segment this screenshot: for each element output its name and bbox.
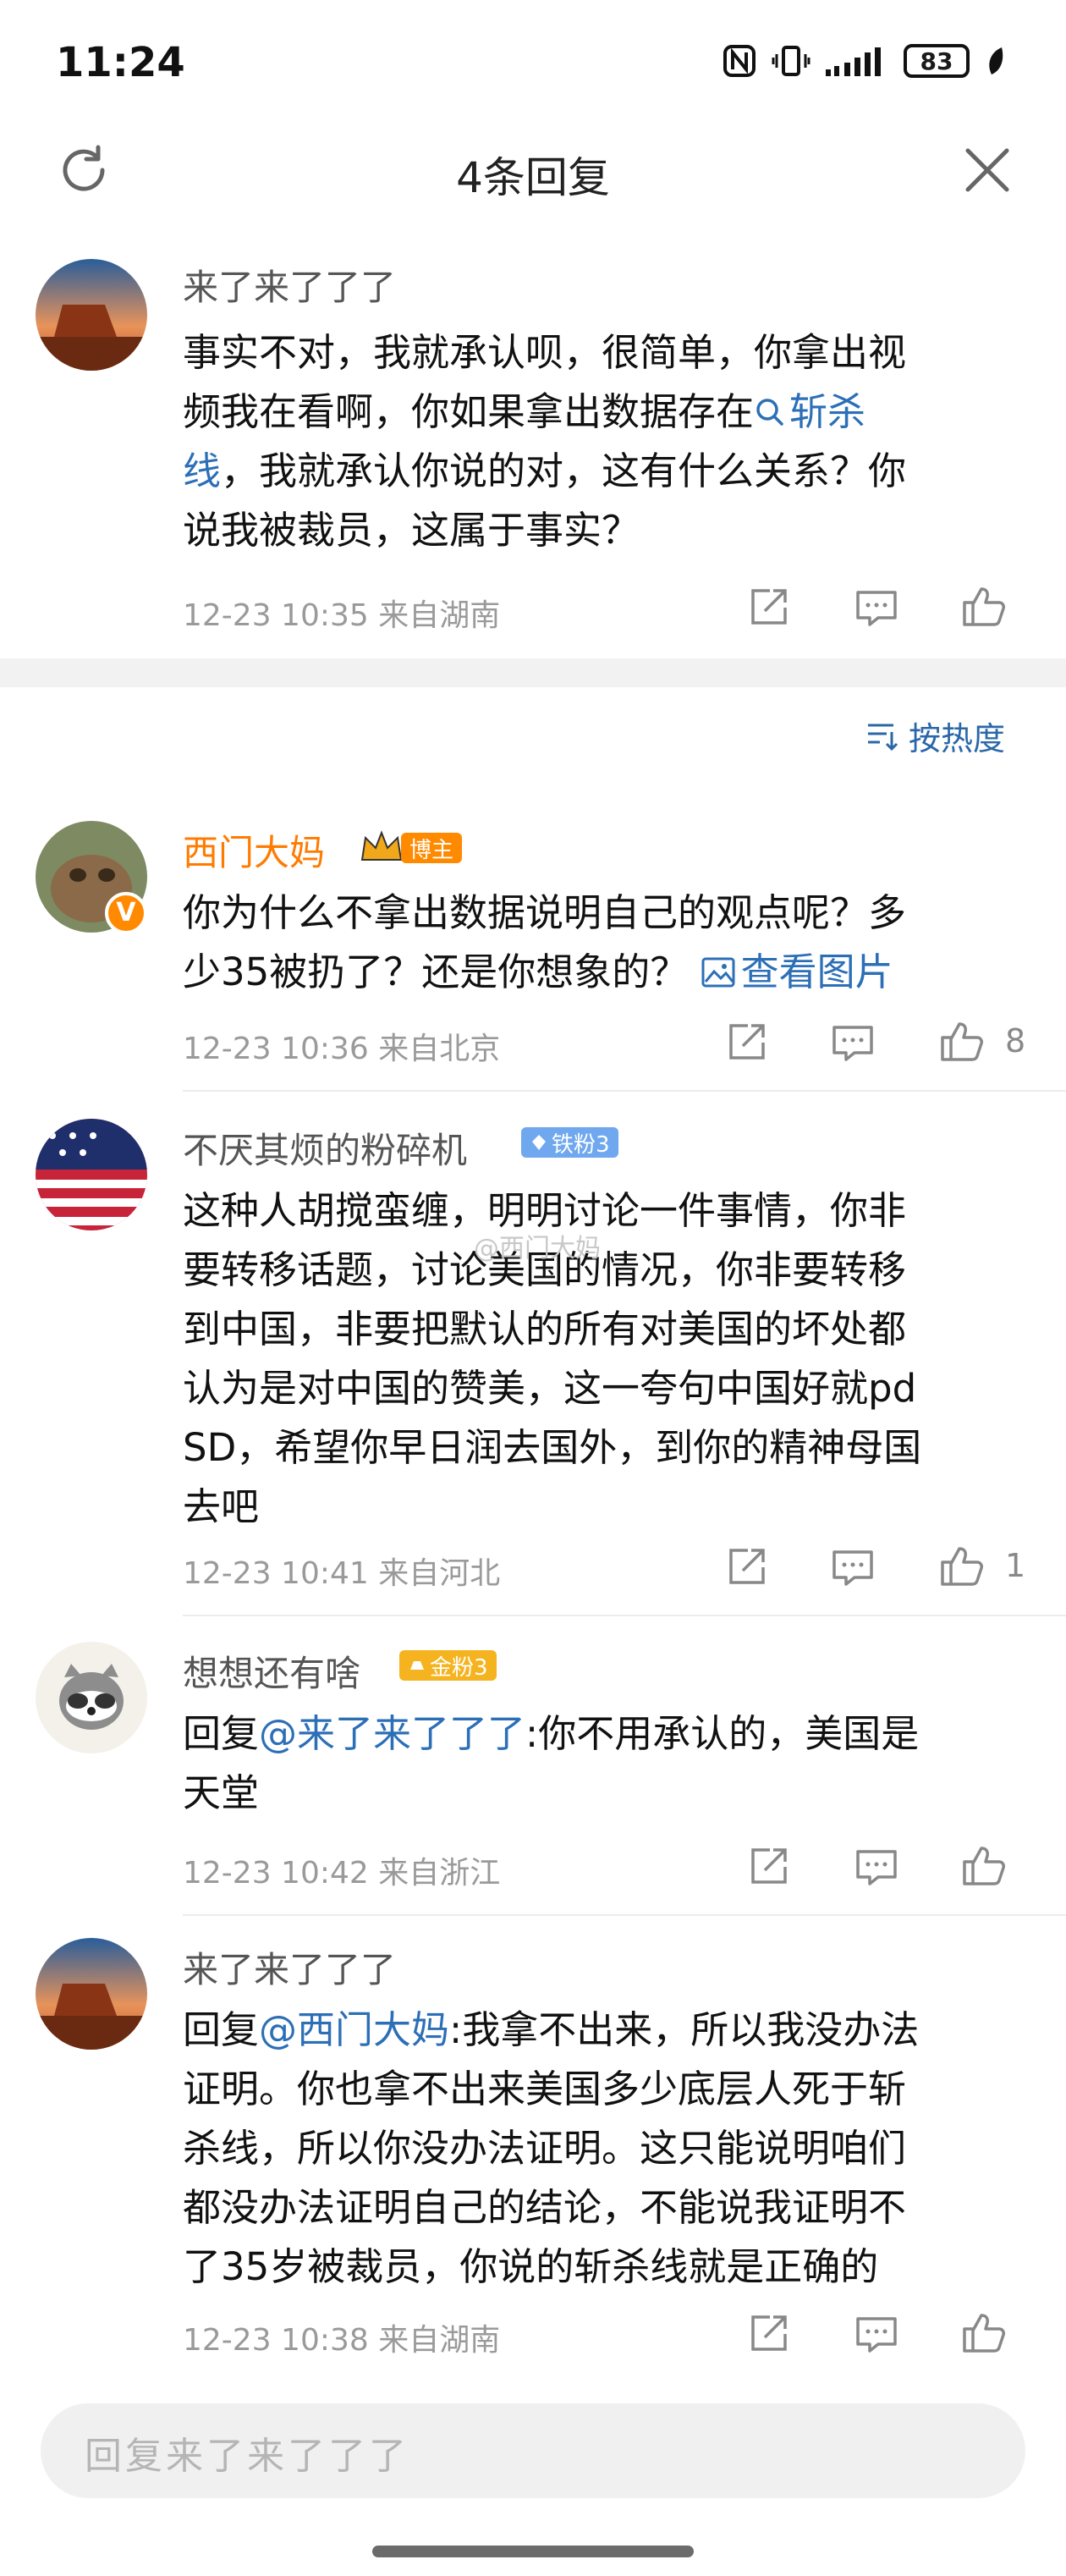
comment-meta: 12-23 10:35 来自湖南 — [183, 598, 501, 633]
watermark: @西门大妈 — [474, 1234, 601, 1263]
like-icon[interactable] — [959, 1841, 1007, 1889]
comment-icon[interactable] — [853, 584, 900, 631]
divider — [183, 1090, 1066, 1092]
nfc-icon — [723, 45, 756, 77]
share-icon[interactable] — [745, 584, 792, 631]
divider — [183, 1615, 1066, 1616]
comment-icon[interactable] — [829, 1019, 876, 1066]
reply-input-placeholder: 回复来了来了了了 — [85, 2435, 409, 2478]
avatar[interactable] — [36, 1642, 147, 1753]
comment-meta: 12-23 10:38 来自湖南 — [183, 2323, 501, 2358]
crown-icon — [360, 830, 403, 861]
mention-link[interactable]: @来了来了了了 — [259, 1711, 525, 1756]
comment-text: 这种人胡搅蛮缠，明明讨论一件事情，你非 要转移话题，讨论美国的情况，你非要转移 … — [183, 1188, 922, 1529]
sort-toggle[interactable]: 按热度 — [866, 713, 1005, 759]
comment-username[interactable]: 来了来了了了 — [183, 259, 396, 311]
comment-icon[interactable] — [853, 1843, 900, 1891]
like-icon[interactable] — [959, 582, 1007, 630]
search-icon — [756, 399, 783, 426]
comment-icon[interactable] — [853, 2310, 900, 2358]
avatar[interactable] — [36, 1938, 147, 2050]
gold-icon — [410, 1661, 424, 1670]
divider — [183, 1914, 1066, 1916]
close-icon[interactable] — [961, 144, 1014, 196]
leaf-icon — [989, 47, 1003, 74]
like-icon[interactable] — [937, 1017, 985, 1065]
share-icon[interactable] — [723, 1544, 770, 1591]
image-icon — [701, 957, 735, 988]
comment-username[interactable]: 西门大妈 — [183, 824, 325, 876]
comment-text: 事实不对，我就承认呗，很简单，你拿出视 频我在看啊，你如果拿出数据存在 斩杀 线，… — [183, 330, 907, 553]
battery-indicator: 83 — [904, 44, 970, 78]
status-icons: 83 — [723, 44, 1007, 78]
share-icon[interactable] — [745, 2310, 792, 2358]
comment-username[interactable]: 想想还有啥 — [183, 1645, 360, 1697]
page-title: 4条回复 — [456, 153, 610, 202]
view-image-link[interactable]: 查看图片 — [701, 949, 893, 994]
verified-badge-icon: V — [105, 892, 147, 934]
comment-text: 回复@来了来了了了:你不用承认的，美国是 天堂 — [183, 1711, 920, 1815]
like-icon[interactable] — [937, 1542, 985, 1589]
section-divider — [0, 658, 1066, 687]
user-badge: 铁粉3 — [521, 1127, 618, 1158]
status-time: 11:24 — [56, 39, 185, 86]
home-indicator[interactable] — [372, 2546, 694, 2557]
comment-text: 你为什么不拿出数据说明自己的观点呢？多 少35被扔了？还是你想象的？ 查看图片 — [183, 890, 907, 994]
like-icon[interactable] — [959, 2309, 1007, 2356]
comment-meta: 12-23 10:42 来自浙江 — [183, 1856, 501, 1891]
mention-link[interactable]: @西门大妈 — [259, 2007, 449, 2052]
comment-username[interactable]: 不厌其烦的粉碎机 — [183, 1122, 467, 1174]
diamond-icon — [532, 1135, 546, 1150]
user-badge: 金粉3 — [399, 1650, 497, 1681]
comment-icon[interactable] — [829, 1544, 876, 1591]
avatar[interactable] — [36, 1119, 147, 1230]
vibrate-icon — [772, 46, 810, 76]
share-icon[interactable] — [723, 1019, 770, 1066]
comment-meta: 12-23 10:41 来自河北 — [183, 1556, 501, 1591]
like-count: 8 — [1005, 1022, 1026, 1060]
comment-meta: 12-23 10:36 来自北京 — [183, 1032, 501, 1066]
signal-icon — [826, 47, 881, 76]
like-count: 1 — [1005, 1547, 1026, 1584]
share-icon[interactable] — [745, 1843, 792, 1891]
comment-text: 回复@西门大妈:我拿不出来，所以我没办法 证明。你也拿不出来美国多少底层人死于斩… — [183, 2007, 920, 2289]
avatar[interactable] — [36, 259, 147, 371]
user-badge: 博主 — [401, 833, 463, 863]
search-link[interactable]: 斩杀 — [754, 389, 865, 434]
sort-icon — [867, 724, 898, 751]
comment-username[interactable]: 来了来了了了 — [183, 1941, 396, 1993]
